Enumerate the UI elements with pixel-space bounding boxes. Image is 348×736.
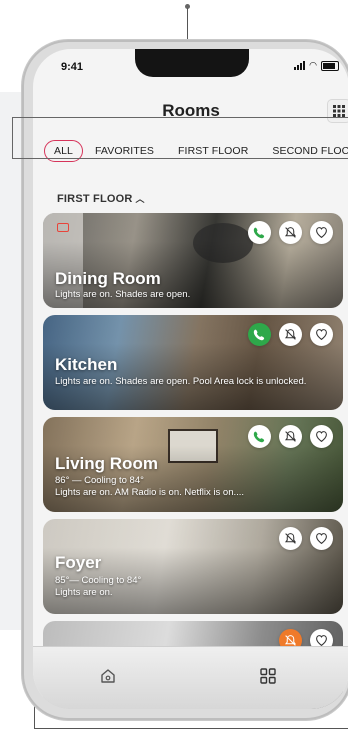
card-actions (248, 221, 333, 244)
grid-icon[interactable] (257, 665, 279, 687)
heart-icon[interactable] (310, 527, 333, 550)
room-card-kitchen[interactable]: Kitchen Lights are on. Shades are open. … (43, 315, 343, 410)
annotation-line (34, 728, 348, 729)
phone-icon[interactable] (248, 425, 271, 448)
section-label: FIRST FLOOR (57, 193, 133, 205)
phone-icon[interactable] (248, 221, 271, 244)
room-card-living[interactable]: Living Room 86° — Cooling to 84° Lights … (43, 417, 343, 512)
phone-icon[interactable] (248, 323, 271, 346)
bell-off-icon[interactable] (279, 323, 302, 346)
notch (135, 49, 249, 77)
status-icons: ◠ (294, 60, 339, 71)
card-actions (248, 323, 333, 346)
card-actions (279, 527, 333, 550)
room-card-foyer[interactable]: Foyer 85°— Cooling to 84° Lights are on. (43, 519, 343, 614)
section-header[interactable]: FIRST FLOOR ︿ (57, 192, 145, 205)
camera-icon (57, 223, 69, 232)
bell-off-icon[interactable] (279, 527, 302, 550)
room-name: Kitchen (55, 355, 118, 374)
home-icon[interactable] (97, 665, 119, 687)
room-status: 86° — Cooling to 84° Lights are on. AM R… (55, 475, 245, 498)
status-time: 9:41 (61, 61, 84, 73)
room-name: Living Room (55, 454, 158, 473)
bell-off-icon[interactable] (279, 221, 302, 244)
chevron-up-icon: ︿ (135, 194, 145, 204)
heart-icon[interactable] (310, 323, 333, 346)
card-actions (248, 425, 333, 448)
room-name: Dining Room (55, 269, 161, 288)
heart-icon[interactable] (310, 425, 333, 448)
room-card-dining[interactable]: Dining Room Lights are on. Shades are op… (43, 213, 343, 308)
wifi-icon: ◠ (309, 60, 317, 70)
room-status: 85°— Cooling to 84° Lights are on. (55, 575, 142, 598)
annotation-box (12, 117, 348, 159)
room-status: Lights are on. Shades are open. Pool Are… (55, 376, 307, 387)
signal-icon (294, 61, 306, 70)
heart-icon[interactable] (310, 221, 333, 244)
battery-icon (321, 60, 339, 71)
room-name: Foyer (55, 553, 102, 572)
room-status: Lights are on. Shades are open. (55, 289, 191, 300)
bottom-nav (33, 646, 348, 709)
bell-off-icon[interactable] (279, 425, 302, 448)
